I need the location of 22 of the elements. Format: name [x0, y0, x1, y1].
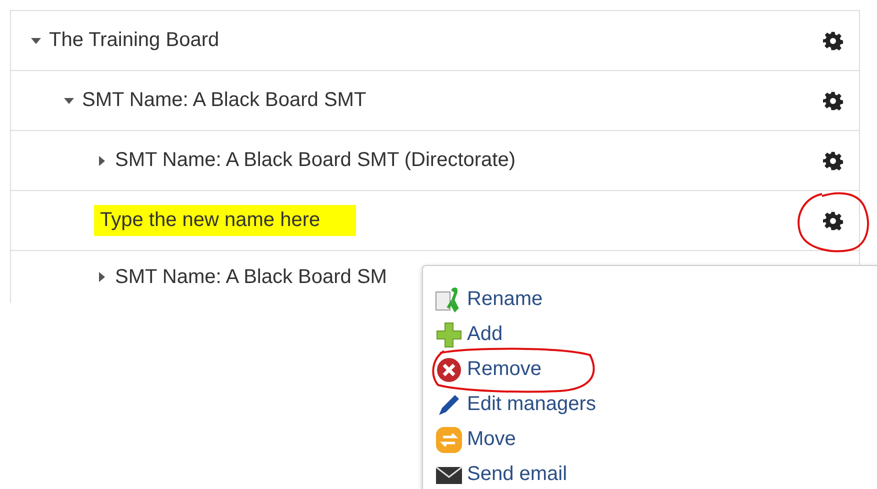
menu-item[interactable]: Rename: [435, 282, 877, 317]
menu-item[interactable]: Edit managers: [435, 387, 877, 422]
name-input-field[interactable]: Type the new name here: [94, 205, 356, 236]
menu-item[interactable]: Add: [435, 317, 877, 352]
close-icon: [435, 356, 463, 384]
menu-item[interactable]: Move: [435, 422, 877, 457]
menu-item[interactable]: Send email: [435, 457, 877, 489]
tree-item-label[interactable]: SMT Name: A Black Board SM: [115, 266, 387, 288]
settings-icon[interactable]: [823, 90, 843, 110]
settings-icon[interactable]: [823, 30, 843, 50]
arrows-icon: [435, 426, 463, 454]
caret-right-icon[interactable]: [97, 156, 107, 166]
tree-item-label[interactable]: SMT Name: A Black Board SMT (Directorate): [115, 149, 516, 172]
settings-icon[interactable]: [823, 210, 843, 230]
plus-icon: [435, 320, 463, 348]
caret-down-icon[interactable]: [31, 36, 41, 46]
tree-item-label[interactable]: The Training Board: [49, 29, 220, 52]
settings-icon[interactable]: [823, 150, 843, 170]
tree-item-label[interactable]: SMT Name: A Black Board SMT: [82, 89, 366, 112]
menu-item[interactable]: Remove: [435, 352, 877, 387]
caret-right-icon[interactable]: [97, 272, 107, 282]
caret-down-icon[interactable]: [64, 96, 74, 106]
